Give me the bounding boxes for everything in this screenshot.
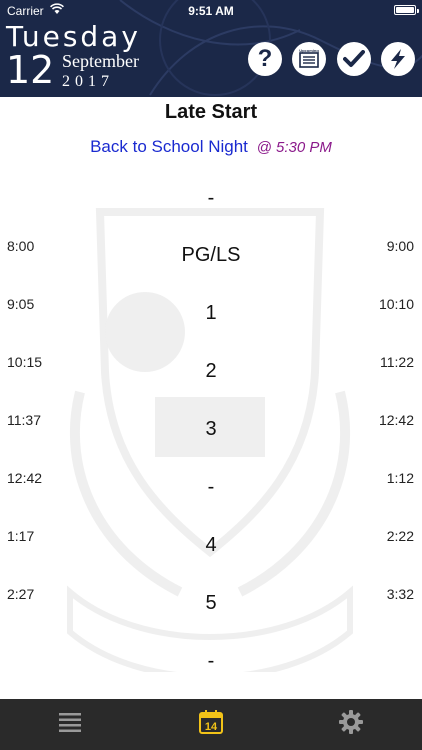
end-time: 3:32 — [386, 586, 414, 602]
event-name[interactable]: Back to School Night — [90, 137, 248, 156]
schedule-view[interactable]: Late Start Back to School Night @ 5:30 P… — [0, 97, 422, 699]
upcoming-label: Upcoming — [299, 48, 319, 53]
calendar-day-label: 14 — [205, 721, 218, 733]
lightning-icon — [391, 49, 405, 69]
checkmark-icon — [343, 50, 365, 67]
period-label: 2 — [205, 360, 217, 382]
status-time: 9:51 AM — [188, 4, 234, 18]
schedule-row: 10:15 2 11:22 — [0, 354, 422, 394]
period-label: 5 — [205, 592, 217, 614]
period-label: 1 — [205, 302, 217, 324]
day-type-title: Late Start — [164, 101, 258, 123]
tab-bar: 14 — [0, 699, 422, 750]
calendar-icon: 14 — [199, 710, 223, 734]
alerts-button[interactable] — [381, 42, 415, 76]
end-time: 10:10 — [378, 296, 414, 312]
gear-icon — [339, 710, 363, 734]
schedule-row: 8:00 PG/LS 9:00 — [0, 238, 422, 278]
period-label: 4 — [205, 534, 217, 556]
period-label: - — [207, 187, 215, 209]
help-button[interactable]: ? — [248, 42, 282, 76]
period-label: PG/LS — [181, 244, 241, 266]
schedule-row: 1:17 4 2:22 — [0, 528, 422, 568]
end-time: 9:00 — [386, 238, 414, 254]
period-label: - — [207, 476, 215, 498]
checklist-button[interactable] — [337, 42, 371, 76]
period-label: - — [207, 650, 215, 672]
end-time: 12:42 — [378, 412, 414, 428]
period-label: 3 — [205, 418, 217, 440]
tab-calendar[interactable]: 14 — [196, 707, 226, 737]
end-time: 11:22 — [380, 354, 414, 370]
schedule-row: 12:42 - 1:12 — [0, 470, 422, 510]
event-line[interactable]: Back to School Night @ 5:30 PM — [0, 137, 422, 157]
question-icon: ? — [257, 45, 273, 72]
end-time: 1:12 — [386, 470, 414, 486]
schedule-row: 2:27 5 3:32 — [0, 586, 422, 626]
month-label: September — [62, 51, 139, 71]
end-time: 2:22 — [386, 528, 414, 544]
upcoming-button[interactable]: Upcoming — [292, 42, 326, 76]
app-header: Carrier 9:51 AM Tuesday 12 September 201… — [0, 0, 422, 97]
schedule-row: 9:05 1 10:10 — [0, 296, 422, 336]
year-label: 2017 — [62, 73, 114, 90]
battery-icon — [394, 5, 419, 15]
status-bar: Carrier 9:51 AM — [0, 0, 422, 20]
tab-settings[interactable] — [336, 707, 366, 737]
event-time: @ 5:30 PM — [256, 139, 332, 156]
day-number: 12 — [6, 48, 55, 92]
schedule-row: 11:37 3 12:42 — [0, 412, 422, 452]
tab-list[interactable] — [55, 707, 85, 737]
list-icon — [59, 713, 81, 732]
schedule-row: - — [0, 182, 422, 222]
schedule-row: - — [0, 644, 422, 684]
